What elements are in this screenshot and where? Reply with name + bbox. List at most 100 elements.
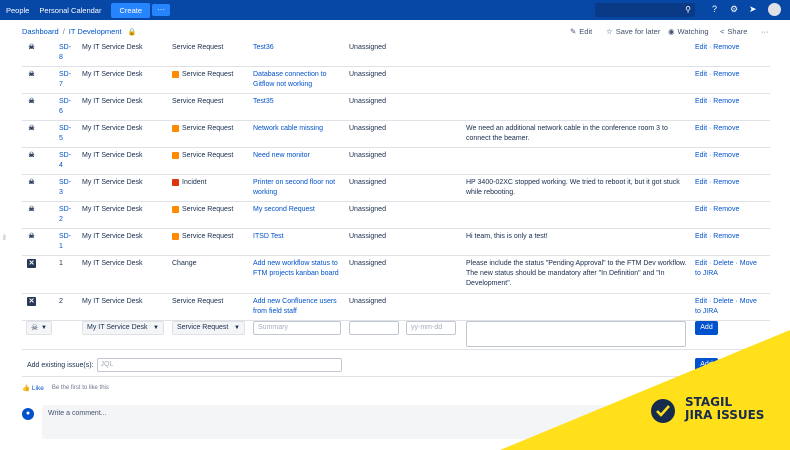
type-select[interactable]: Service Request ▼: [172, 321, 245, 335]
incident-icon: [172, 179, 179, 186]
row-actions[interactable]: Edit · Remove: [695, 43, 763, 53]
issue-type-label: Service Request: [172, 44, 224, 51]
issue-summary-link[interactable]: Database connection to Gitflow not worki…: [253, 70, 346, 90]
notification-icon[interactable]: ➤: [749, 4, 757, 15]
like-button[interactable]: 👍 Like: [22, 384, 44, 392]
issue-type-label: Service Request: [182, 71, 234, 78]
issue-key: 2: [59, 298, 63, 305]
stagil-logo-icon: [651, 399, 675, 423]
issue-key: 1: [59, 260, 63, 267]
issue-type-label: Service Request: [182, 233, 234, 240]
breadcrumb-space[interactable]: IT Development: [69, 27, 122, 36]
assignee: Unassigned: [349, 233, 386, 240]
service-desk-icon: ☠: [28, 179, 35, 186]
issue-summary-link[interactable]: Add new Confluence users from field staf…: [253, 297, 346, 317]
assignee: Unassigned: [349, 98, 386, 105]
project-name: My IT Service Desk: [82, 298, 143, 305]
restrictions-icon[interactable]: 🔒: [128, 28, 137, 36]
row-actions[interactable]: Edit · Remove: [695, 178, 763, 188]
issue-summary-link[interactable]: Printer on second floor not working: [253, 178, 346, 198]
issue-type: Incident: [172, 178, 207, 188]
share-button[interactable]: < Share: [720, 27, 747, 36]
service-desk-icon: ☠: [28, 152, 35, 159]
project-name: My IT Service Desk: [82, 152, 143, 159]
issue-summary-link[interactable]: Test35: [253, 97, 346, 107]
service-desk-icon: ☠: [31, 323, 39, 332]
assignee: Unassigned: [349, 206, 386, 213]
create-button[interactable]: Create: [111, 2, 150, 18]
pencil-icon: ✎: [570, 27, 577, 36]
issue-type: Service Request: [172, 97, 223, 107]
project-name: My IT Service Desk: [82, 179, 143, 186]
table-row: ☠ SD-2 My IT Service Desk Service Request My…: [22, 202, 770, 229]
like-text: Be the first to like this: [51, 385, 109, 391]
breadcrumb-dashboard[interactable]: Dashboard: [22, 27, 59, 36]
more-actions-button[interactable]: ···: [761, 27, 769, 36]
row-actions[interactable]: Edit · Remove: [695, 151, 763, 161]
help-icon[interactable]: ?: [712, 4, 717, 15]
issue-type: Service Request: [172, 43, 223, 53]
issue-key[interactable]: SD-3: [59, 178, 73, 198]
nav-people[interactable]: People: [6, 6, 29, 15]
gear-icon[interactable]: ⚙: [730, 4, 738, 15]
row-actions[interactable]: Edit · Remove: [695, 205, 763, 215]
avatar[interactable]: [768, 3, 781, 16]
table-row: ☠ SD-4 My IT Service Desk Service Request Ne…: [22, 148, 770, 175]
table-row: ☠ SD-1 My IT Service Desk Service Request IT…: [22, 229, 770, 256]
issue-type-label: Service Request: [182, 125, 234, 132]
assignee: Unassigned: [349, 71, 386, 78]
promo-yellow-shape: [500, 330, 790, 450]
row-actions[interactable]: Edit · Delete · Move to JIRA: [695, 259, 763, 279]
save-for-later-button[interactable]: ☆ Save for later: [606, 27, 660, 36]
share-icon: <: [720, 27, 725, 36]
watching-button[interactable]: ◉ Watching: [668, 27, 709, 36]
create-more-button[interactable]: ···: [152, 4, 170, 16]
summary-input[interactable]: Summary: [253, 321, 341, 335]
assignee: Unassigned: [349, 260, 386, 267]
project-name: My IT Service Desk: [82, 233, 143, 240]
issue-type-select[interactable]: ☠ ▼: [26, 321, 52, 335]
row-actions[interactable]: Edit · Remove: [695, 124, 763, 134]
chevron-down-icon: ▼: [41, 325, 47, 331]
issue-key[interactable]: SD-1: [59, 232, 73, 252]
issue-key[interactable]: SD-8: [59, 43, 73, 63]
row-actions[interactable]: Edit · Remove: [695, 70, 763, 80]
issue-description: Hi team, this is only a test!: [466, 233, 548, 240]
due-date-input[interactable]: yy-mm-dd: [406, 321, 456, 335]
table-row: ✕ 1 My IT Service Desk Change Add new workfl…: [22, 256, 770, 294]
issue-summary-link[interactable]: Add new workflow status to FTM projects …: [253, 259, 346, 279]
issue-key[interactable]: SD-5: [59, 124, 73, 144]
issue-type-label: Service Request: [172, 98, 224, 105]
issue-type: Service Request: [172, 70, 233, 80]
issue-summary-link[interactable]: Test36: [253, 43, 346, 53]
table-row: ☠ SD-3 My IT Service Desk Incident Printer o…: [22, 175, 770, 202]
edit-button[interactable]: ✎ Edit: [570, 27, 592, 36]
search-icon: ⚲: [685, 5, 691, 14]
row-actions[interactable]: Edit · Delete · Move to JIRA: [695, 297, 763, 317]
assignee: Unassigned: [349, 152, 386, 159]
issue-type: Service Request: [172, 297, 223, 307]
chevron-down-icon: ▼: [153, 325, 159, 331]
issue-type: Service Request: [172, 205, 233, 215]
issue-description: HP 3400-02XC stopped working. We tried t…: [466, 179, 680, 196]
row-actions[interactable]: Edit · Remove: [695, 232, 763, 242]
eye-icon: ◉: [668, 27, 675, 36]
nav-personal-calendar[interactable]: Personal Calendar: [39, 6, 101, 15]
request-icon: [172, 206, 179, 213]
issue-summary-link[interactable]: Need new monitor: [253, 151, 346, 161]
issue-summary-link[interactable]: ITSD Test: [253, 232, 346, 242]
issue-summary-link[interactable]: My second Request: [253, 205, 346, 215]
issue-key[interactable]: SD-6: [59, 97, 73, 117]
jql-input[interactable]: JQL: [96, 358, 342, 372]
search-input[interactable]: ⚲: [595, 3, 695, 17]
issue-key[interactable]: SD-7: [59, 70, 73, 90]
issue-key[interactable]: SD-2: [59, 205, 73, 225]
project-select[interactable]: My IT Service Desk ▼: [82, 321, 164, 335]
issue-type: Service Request: [172, 232, 233, 242]
share-label: Share: [727, 27, 748, 36]
issue-summary-link[interactable]: Network cable missing: [253, 124, 346, 134]
issue-key[interactable]: SD-4: [59, 151, 73, 171]
assignee-input[interactable]: [349, 321, 399, 335]
resize-handle[interactable]: ‖: [3, 235, 6, 242]
row-actions[interactable]: Edit · Remove: [695, 97, 763, 107]
